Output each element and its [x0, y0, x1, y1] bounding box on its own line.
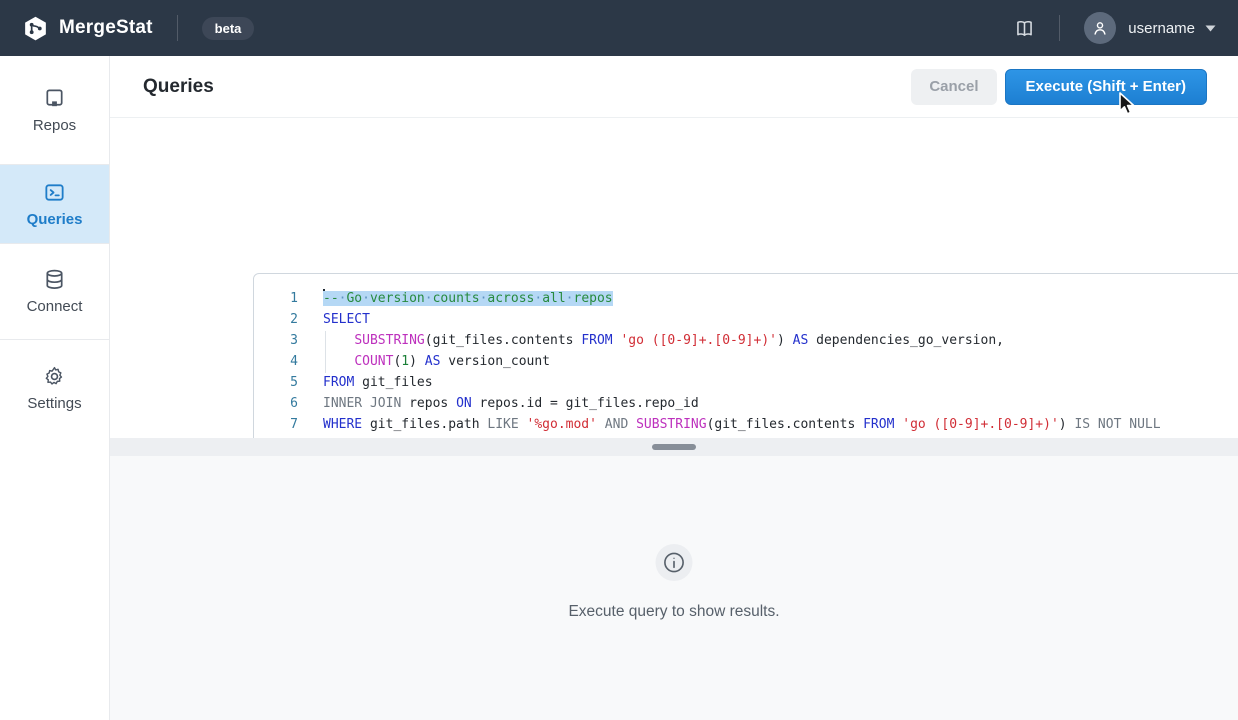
code-line[interactable]: 5FROM git_files: [254, 372, 1238, 393]
sidebar: Repos Queries Connect: [0, 56, 110, 720]
page-title: Queries: [143, 76, 214, 98]
cancel-button[interactable]: Cancel: [911, 69, 996, 105]
split-divider: [110, 438, 1238, 456]
code-line-content[interactable]: COUNT(1) AS version_count: [311, 351, 550, 372]
code-line[interactable]: 2SELECT: [254, 309, 1238, 330]
code-line[interactable]: 4 COUNT(1) AS version_count: [254, 351, 1238, 372]
code-line-content[interactable]: INNER JOIN repos ON repos.id = git_files…: [311, 393, 699, 414]
editor-zone: 1 --·Go·version·counts·across·all·repos 2S…: [110, 118, 1238, 438]
book-icon: [1014, 18, 1035, 39]
code-line-content[interactable]: SUBSTRING(git_files.contents FROM 'go ([…: [311, 330, 1004, 351]
line-number: 1: [254, 288, 311, 309]
page-header: Queries Cancel Execute (Shift + Enter): [110, 56, 1238, 118]
code-line-content[interactable]: --·Go·version·counts·across·all·repos: [311, 288, 613, 309]
top-navbar: MergeStat beta username: [0, 0, 1238, 56]
username-label: username: [1128, 20, 1195, 37]
header-actions: Cancel Execute (Shift + Enter): [911, 69, 1207, 105]
line-number: 6: [254, 393, 311, 414]
code-line-content[interactable]: WHERE git_files.path LIKE '%go.mod' AND …: [311, 414, 1161, 435]
line-number: 5: [254, 372, 311, 393]
line-number: 4: [254, 351, 311, 372]
results-message: Execute query to show results.: [110, 603, 1238, 621]
app-window: MergeStat beta username: [0, 0, 1238, 720]
gear-icon: [43, 365, 66, 388]
sidebar-item-label: Connect: [27, 298, 83, 315]
sidebar-item-label: Repos: [33, 117, 76, 134]
chevron-down-icon: [1205, 25, 1216, 32]
line-number: 3: [254, 330, 311, 351]
code-line[interactable]: 7WHERE git_files.path LIKE '%go.mod' AND…: [254, 414, 1238, 435]
code-line[interactable]: 1 --·Go·version·counts·across·all·repos: [254, 288, 1238, 309]
code-line[interactable]: 3 SUBSTRING(git_files.contents FROM 'go …: [254, 330, 1238, 351]
navbar-divider: [1059, 15, 1060, 41]
results-panel: Execute query to show results.: [110, 456, 1238, 720]
sidebar-item-repos[interactable]: Repos: [0, 56, 109, 164]
resize-handle[interactable]: [652, 444, 696, 450]
brand[interactable]: MergeStat: [22, 15, 153, 42]
sidebar-item-label: Settings: [27, 395, 81, 412]
navbar-divider: [177, 15, 178, 41]
indent-guide: [325, 331, 326, 373]
repos-icon: [43, 87, 66, 110]
beta-badge: beta: [202, 17, 255, 40]
brand-name: MergeStat: [59, 17, 153, 39]
info-icon: [656, 544, 693, 581]
sidebar-item-queries[interactable]: Queries: [0, 164, 109, 244]
line-number: 7: [254, 414, 311, 435]
code-line-content[interactable]: FROM git_files: [311, 372, 433, 393]
avatar: [1084, 12, 1116, 44]
mergestat-logo-icon: [22, 15, 49, 42]
terminal-icon: [43, 181, 66, 204]
sidebar-item-connect[interactable]: Connect: [0, 244, 109, 339]
database-icon: [43, 268, 66, 291]
text-selection: --·Go·version·counts·across·all·repos: [323, 291, 613, 306]
docs-button[interactable]: [1014, 18, 1035, 39]
line-number: 2: [254, 309, 311, 330]
code-line-content[interactable]: SELECT: [311, 309, 370, 330]
execute-button[interactable]: Execute (Shift + Enter): [1005, 69, 1207, 105]
sidebar-item-settings[interactable]: Settings: [0, 339, 109, 436]
user-menu[interactable]: username: [1084, 12, 1216, 44]
code-line[interactable]: 6INNER JOIN repos ON repos.id = git_file…: [254, 393, 1238, 414]
sidebar-item-label: Queries: [27, 211, 83, 228]
